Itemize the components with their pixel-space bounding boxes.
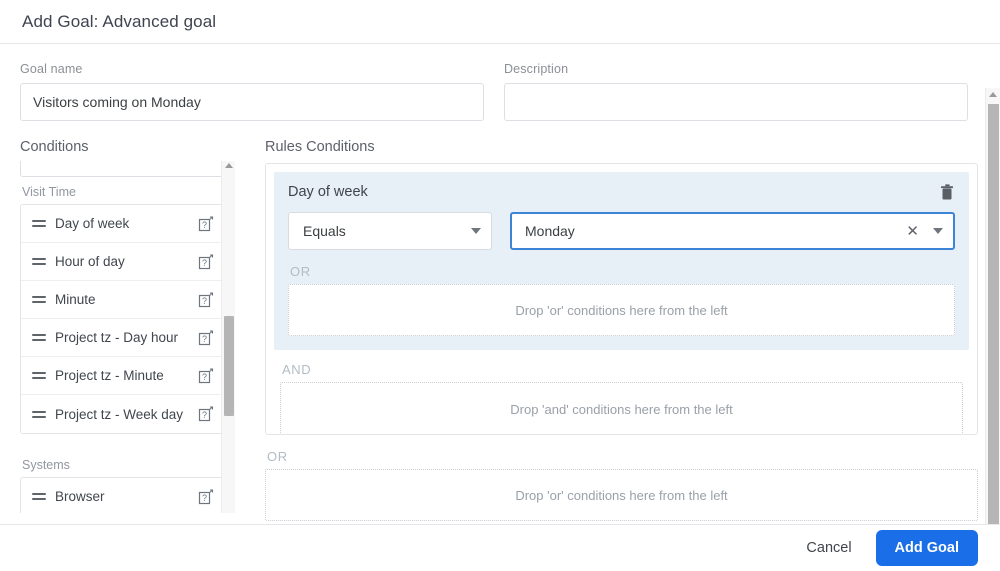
rule-card-title: Day of week xyxy=(288,184,368,200)
scroll-up-arrow-icon[interactable] xyxy=(989,92,997,97)
condition-label: Project tz - Day hour xyxy=(55,330,179,345)
trash-icon[interactable] xyxy=(940,184,955,201)
conditions-heading: Conditions xyxy=(20,139,89,155)
dialog-title: Add Goal: Advanced goal xyxy=(22,11,217,31)
page-scrollbar[interactable] xyxy=(985,88,1000,524)
svg-text:?: ? xyxy=(202,296,207,306)
rules-conditions-heading: Rules Conditions xyxy=(265,139,375,155)
condition-item-browser[interactable]: Browser ? xyxy=(21,478,224,513)
cancel-button[interactable]: Cancel xyxy=(802,534,855,562)
svg-text:?: ? xyxy=(202,258,207,268)
condition-label: Browser xyxy=(55,489,105,504)
help-external-icon[interactable]: ? xyxy=(198,253,214,270)
drag-handle-icon[interactable] xyxy=(32,372,46,379)
description-field: Description xyxy=(504,62,968,121)
svg-text:?: ? xyxy=(202,334,207,344)
or-label-inner: OR xyxy=(290,264,311,279)
rules-panel: Rules Conditions Day of week Equals Mond… xyxy=(265,139,978,521)
rule-card-day-of-week: Day of week Equals Monday ✕ OR Drop 'or'… xyxy=(274,172,969,350)
drag-handle-icon[interactable] xyxy=(32,334,46,341)
help-external-icon[interactable]: ? xyxy=(198,367,214,384)
goal-name-input[interactable] xyxy=(20,83,484,121)
and-label: AND xyxy=(282,362,312,377)
chevron-down-icon xyxy=(933,228,943,234)
svg-text:?: ? xyxy=(202,493,207,503)
or-section-outer: OR Drop 'or' conditions here from the le… xyxy=(265,435,978,521)
help-external-icon[interactable]: ? xyxy=(198,215,214,232)
condition-label: Project tz - Minute xyxy=(55,368,164,383)
close-icon[interactable]: ✕ xyxy=(906,224,919,239)
page-scrollbar-thumb[interactable] xyxy=(988,104,999,524)
condition-item-minute[interactable]: Minute ? xyxy=(21,281,224,319)
add-goal-dialog: Add Goal: Advanced goal Goal name Descri… xyxy=(0,0,1000,571)
rule-controls: Equals Monday ✕ xyxy=(288,212,955,250)
svg-text:?: ? xyxy=(202,410,207,420)
add-goal-button[interactable]: Add Goal xyxy=(875,530,978,566)
conditions-scroll-area: Visit Time Day of week ? Hour of day ? M… xyxy=(20,161,235,513)
dialog-footer: Cancel Add Goal xyxy=(0,524,1000,571)
condition-label: Hour of day xyxy=(55,254,125,269)
condition-label: Minute xyxy=(55,292,96,307)
help-external-icon[interactable]: ? xyxy=(198,291,214,308)
rule-card-header: Day of week xyxy=(288,184,955,201)
dialog-titlebar: Add Goal: Advanced goal xyxy=(0,0,1000,44)
group-label-visit-time: Visit Time xyxy=(22,185,76,199)
drag-handle-icon[interactable] xyxy=(32,296,46,303)
sidebar-scrollbar-thumb[interactable] xyxy=(224,316,234,416)
value-select-value: Monday xyxy=(525,223,575,239)
operator-select[interactable]: Equals xyxy=(288,212,492,250)
drag-handle-icon[interactable] xyxy=(32,410,46,418)
help-external-icon[interactable]: ? xyxy=(198,329,214,346)
chevron-down-icon xyxy=(471,228,481,234)
goal-name-field: Goal name xyxy=(20,62,484,121)
condition-list-systems: Browser ? Browser Versio xyxy=(20,477,225,513)
operator-select-value: Equals xyxy=(303,223,346,239)
condition-item-project-tz-minute[interactable]: Project tz - Minute ? xyxy=(21,357,224,395)
value-select[interactable]: Monday ✕ xyxy=(510,212,955,250)
svg-text:?: ? xyxy=(202,372,207,382)
condition-label: Day of week xyxy=(55,216,130,231)
condition-item-project-tz-week-day[interactable]: Project tz - Week day ? xyxy=(21,395,224,433)
or-label-outer: OR xyxy=(267,449,288,464)
condition-item-hour-of-day[interactable]: Hour of day ? xyxy=(21,243,224,281)
description-label: Description xyxy=(504,62,569,76)
goal-name-label: Goal name xyxy=(20,62,83,76)
conditions-sidebar: Conditions Visit Time Day of week ? Hour… xyxy=(20,139,235,515)
scroll-up-arrow-icon[interactable] xyxy=(225,163,233,168)
condition-label: Project tz - Week day xyxy=(55,406,184,422)
description-input[interactable] xyxy=(504,83,968,121)
svg-text:?: ? xyxy=(202,220,207,230)
main-columns: Conditions Visit Time Day of week ? Hour… xyxy=(0,121,1000,521)
and-section: AND Drop 'and' conditions here from the … xyxy=(274,350,969,434)
conditions-filter-input[interactable] xyxy=(20,161,225,177)
condition-item-project-tz-day-hour[interactable]: Project tz - Day hour ? xyxy=(21,319,224,357)
drag-handle-icon[interactable] xyxy=(32,258,46,265)
form-fields-row: Goal name Description xyxy=(0,44,1000,121)
group-label-systems: Systems xyxy=(22,458,70,472)
help-external-icon[interactable]: ? xyxy=(198,406,214,422)
or-dropzone-inner[interactable]: Drop 'or' conditions here from the left xyxy=(288,284,955,336)
help-external-icon[interactable]: ? xyxy=(198,488,214,505)
and-dropzone[interactable]: Drop 'and' conditions here from the left xyxy=(280,382,963,434)
dialog-body: Goal name Description Conditions Visit T… xyxy=(0,44,1000,524)
drag-handle-icon[interactable] xyxy=(32,493,46,500)
or-dropzone-outer[interactable]: Drop 'or' conditions here from the left xyxy=(265,469,978,521)
drag-handle-icon[interactable] xyxy=(32,220,46,227)
condition-list-visit-time: Day of week ? Hour of day ? Minute ? Pro… xyxy=(20,204,225,434)
condition-item-day-of-week[interactable]: Day of week ? xyxy=(21,205,224,243)
rules-container: Day of week Equals Monday ✕ OR Drop 'or'… xyxy=(265,163,978,435)
sidebar-scrollbar[interactable] xyxy=(221,161,235,513)
